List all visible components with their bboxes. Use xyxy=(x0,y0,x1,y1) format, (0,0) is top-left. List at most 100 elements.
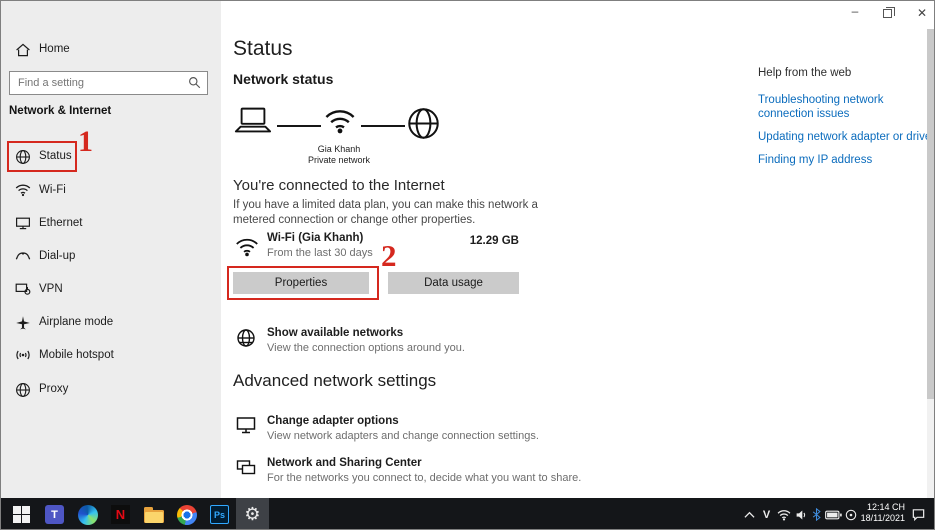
change-adapter-options-row[interactable]: Change adapter options View network adap… xyxy=(229,409,569,451)
row-subtitle: View the connection options around you. xyxy=(267,342,465,354)
tray-battery[interactable] xyxy=(824,498,843,530)
status-icon xyxy=(15,149,31,165)
row-title: Change adapter options xyxy=(267,415,399,427)
speaker-icon xyxy=(795,509,808,521)
close-button[interactable]: ✕ xyxy=(911,6,933,20)
sidebar-item-label: Home xyxy=(39,43,70,55)
sidebar-item-label: Wi-Fi xyxy=(39,184,66,196)
taskbar-netflix[interactable]: N xyxy=(104,498,137,530)
wifi-usage-period: From the last 30 days xyxy=(267,247,373,259)
bluetooth-icon xyxy=(812,508,821,521)
sidebar-item-label: Airplane mode xyxy=(39,316,113,328)
proxy-icon xyxy=(15,382,31,398)
row-subtitle: View network adapters and change connect… xyxy=(267,430,539,442)
sidebar-item-label: Dial-up xyxy=(39,250,75,262)
wifi-icon xyxy=(235,237,259,262)
start-button[interactable] xyxy=(5,498,38,530)
taskbar-edge[interactable] xyxy=(71,498,104,530)
teams-icon: T xyxy=(45,505,64,524)
advanced-settings-heading: Advanced network settings xyxy=(233,371,436,391)
diagram-connector xyxy=(277,125,321,127)
sidebar-item-wifi[interactable]: Wi-Fi xyxy=(1,176,221,206)
row-title: Show available networks xyxy=(267,327,403,339)
row-title: Network and Sharing Center xyxy=(267,457,422,469)
connection-caption: Gia Khanh Private network xyxy=(291,144,387,166)
vpn-icon xyxy=(15,282,31,298)
restore-button[interactable] xyxy=(883,9,892,18)
properties-button[interactable]: Properties xyxy=(233,272,369,294)
sidebar: Home Network & Internet Status Wi-Fi xyxy=(1,1,221,498)
show-available-networks-row[interactable]: Show available networks View the connect… xyxy=(229,321,529,363)
sidebar-item-dialup[interactable]: Dial-up xyxy=(1,242,221,272)
row-subtitle: For the networks you connect to, decide … xyxy=(267,472,581,484)
gear-icon: ⚙ xyxy=(244,506,260,524)
sidebar-item-proxy[interactable]: Proxy xyxy=(1,375,221,405)
action-center-button[interactable] xyxy=(911,507,926,527)
dialup-icon xyxy=(15,249,31,265)
wifi-icon xyxy=(15,183,31,199)
internet-globe-icon xyxy=(407,107,440,145)
help-link-troubleshooting[interactable]: Troubleshooting network connection issue… xyxy=(758,93,935,121)
tray-app[interactable] xyxy=(843,498,858,530)
minimize-button[interactable]: – xyxy=(844,4,866,18)
tray-wifi[interactable] xyxy=(776,498,792,530)
connected-status-description: If you have a limited data plan, you can… xyxy=(233,198,567,228)
annotation-number-2: 2 xyxy=(381,238,397,274)
sidebar-section-title: Network & Internet xyxy=(9,105,111,117)
taskbar-settings[interactable]: ⚙ xyxy=(236,498,269,530)
taskbar-clock[interactable]: 12:14 CH 18/11/2021 xyxy=(857,502,905,524)
network-status-heading: Network status xyxy=(233,71,333,87)
sidebar-item-label: Status xyxy=(39,150,72,162)
connected-status-title: You're connected to the Internet xyxy=(233,177,445,194)
adapter-monitor-icon xyxy=(236,416,256,436)
tray-bluetooth[interactable] xyxy=(809,498,823,530)
folder-icon xyxy=(144,510,164,523)
available-networks-icon xyxy=(236,328,256,348)
network-sharing-center-row[interactable]: Network and Sharing Center For the netwo… xyxy=(229,451,589,493)
help-links: Troubleshooting network connection issue… xyxy=(758,93,935,176)
edge-icon xyxy=(78,505,98,525)
taskbar-chrome[interactable] xyxy=(170,498,203,530)
laptop-icon xyxy=(234,107,272,139)
help-link-updating-adapter[interactable]: Updating network adapter or driver xyxy=(758,130,935,144)
taskbar-file-explorer[interactable] xyxy=(137,498,170,530)
sidebar-item-status[interactable]: Status xyxy=(1,142,221,172)
wifi-icon xyxy=(777,509,791,521)
notification-icon xyxy=(911,507,926,522)
help-link-finding-ip[interactable]: Finding my IP address xyxy=(758,153,935,167)
taskbar: T N Ps ⚙ V xyxy=(1,498,935,530)
netflix-icon: N xyxy=(111,505,130,524)
tray-app-icon xyxy=(845,509,857,521)
battery-icon xyxy=(825,510,842,520)
windows-logo-icon xyxy=(13,506,30,523)
sharing-center-icon xyxy=(236,458,256,478)
page-title: Status xyxy=(233,37,293,61)
search-input[interactable] xyxy=(9,71,208,95)
scrollbar[interactable] xyxy=(927,29,934,498)
sidebar-item-vpn[interactable]: VPN xyxy=(1,275,221,305)
search-icon[interactable] xyxy=(188,76,201,89)
sidebar-item-mobile-hotspot[interactable]: Mobile hotspot xyxy=(1,341,221,371)
sidebar-item-ethernet[interactable]: Ethernet xyxy=(1,209,221,239)
clock-time: 12:14 CH xyxy=(857,502,905,513)
ethernet-icon xyxy=(15,216,31,232)
tray-chevron-up[interactable] xyxy=(741,498,757,530)
data-used-value: 12.29 GB xyxy=(401,235,519,247)
sidebar-item-home[interactable]: Home xyxy=(1,35,221,65)
sidebar-item-label: VPN xyxy=(39,283,63,295)
tray-volume[interactable] xyxy=(793,498,809,530)
network-type: Private network xyxy=(291,155,387,166)
scrollbar-thumb[interactable] xyxy=(927,29,934,399)
wifi-connection-name: Wi-Fi (Gia Khanh) xyxy=(267,232,363,244)
diagram-connector xyxy=(361,125,405,127)
home-icon xyxy=(15,42,31,58)
hotspot-icon xyxy=(15,348,31,364)
settings-window: ← Settings – ✕ Home Network & Internet S… xyxy=(0,0,935,530)
tray-unikey[interactable]: V xyxy=(759,498,774,530)
unikey-icon: V xyxy=(763,509,770,521)
data-usage-button[interactable]: Data usage xyxy=(388,272,519,294)
taskbar-photoshop[interactable]: Ps xyxy=(203,498,236,530)
sidebar-item-airplane-mode[interactable]: Airplane mode xyxy=(1,308,221,338)
taskbar-teams[interactable]: T xyxy=(38,498,71,530)
wifi-network-icon xyxy=(324,108,356,139)
